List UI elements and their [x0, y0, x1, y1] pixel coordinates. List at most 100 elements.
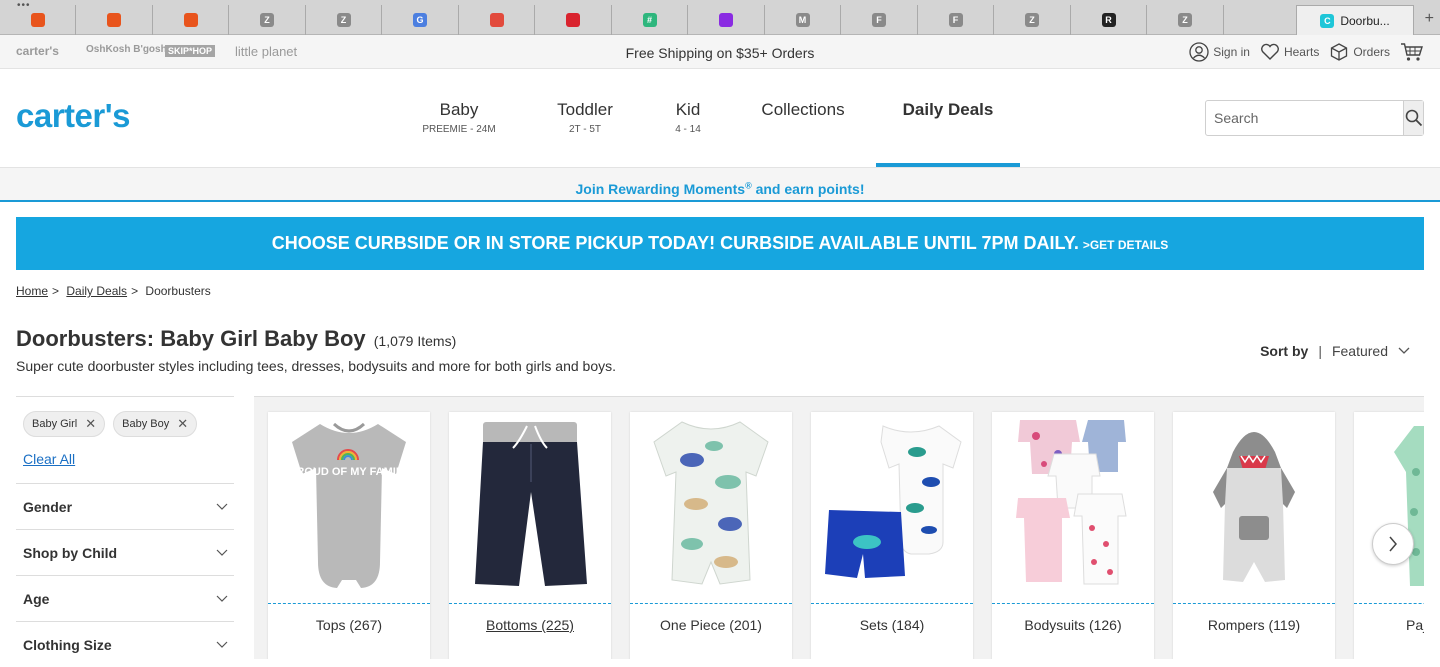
browser-tab[interactable]: Z: [306, 5, 382, 35]
browser-tab[interactable]: Z: [230, 5, 306, 35]
chip-label: Baby Boy: [122, 418, 170, 430]
category-card-bottoms[interactable]: Bottoms (225): [449, 412, 611, 659]
search-icon: [1405, 109, 1422, 127]
breadcrumb-daily-deals[interactable]: Daily Deals: [66, 284, 127, 298]
tab-favicon-icon: Z: [1178, 13, 1192, 27]
new-tab-button[interactable]: +: [1425, 10, 1434, 28]
browser-tab[interactable]: M: [765, 5, 841, 35]
browser-tab[interactable]: [77, 5, 153, 35]
hearts-link[interactable]: Hearts: [1260, 43, 1319, 61]
sign-in-label: Sign in: [1213, 45, 1250, 59]
breadcrumb-current: Doorbusters: [145, 284, 211, 298]
category-card-one-piece[interactable]: One Piece (201): [630, 412, 792, 659]
carters-favicon-icon: C: [1320, 13, 1335, 28]
clear-all-link[interactable]: Clear All: [23, 451, 234, 467]
box-icon: [1331, 43, 1348, 61]
category-label: Bodysuits (126): [1024, 617, 1122, 633]
sort-dropdown[interactable]: Sort by | Featured: [1260, 343, 1410, 359]
rewards-tail: and earn points!: [751, 180, 865, 197]
chevron-down-icon: [216, 641, 228, 648]
nav-label: Kid: [675, 100, 701, 119]
utility-bar: carter's OshKosh B'gosh SKIP*HOP little …: [0, 35, 1440, 69]
nav-baby[interactable]: Baby PREEMIE - 24M: [419, 100, 499, 135]
active-nav-underline: [876, 163, 1020, 167]
category-label: Bottoms (225): [486, 617, 574, 633]
chevron-down-icon: [216, 595, 228, 602]
facet-shop-by-child[interactable]: Shop by Child: [16, 529, 234, 575]
close-icon[interactable]: ✕: [85, 416, 96, 432]
product-image-tops: PROUD OF MY FAMILY: [268, 412, 430, 604]
page-title-text: Doorbusters: Baby Girl Baby Boy: [16, 326, 366, 351]
category-card-rompers[interactable]: Rompers (119): [1173, 412, 1335, 659]
nav-label: Toddler: [557, 100, 613, 119]
site-header: carter's Baby PREEMIE - 24M Toddler 2T -…: [0, 69, 1440, 168]
product-image-sets: [811, 412, 973, 604]
category-label: Pajamas: [1406, 617, 1424, 633]
item-count: (1,079 Items): [373, 333, 457, 349]
nav-sublabel: PREEMIE - 24M: [422, 124, 496, 135]
browser-tab[interactable]: Z: [1148, 5, 1224, 35]
sort-value: Featured: [1331, 343, 1388, 359]
curbside-banner[interactable]: CHOOSE CURBSIDE OR IN STORE PICKUP TODAY…: [16, 217, 1424, 270]
filter-chip-baby-girl[interactable]: Baby Girl ✕: [23, 411, 106, 437]
browser-tab[interactable]: [459, 5, 535, 35]
carousel-next-button[interactable]: [1372, 523, 1414, 565]
category-label: Tops (267): [315, 617, 383, 633]
tee-print-text: PROUD OF MY FAMILY: [289, 466, 409, 478]
facet-label: Age: [23, 590, 50, 607]
browser-tab[interactable]: F: [918, 5, 994, 35]
browser-tab[interactable]: R: [1071, 5, 1147, 35]
category-card-tops[interactable]: PROUD OF MY FAMILY Tops (267): [268, 412, 430, 659]
filter-chip-baby-boy[interactable]: Baby Boy ✕: [113, 411, 198, 437]
search-button[interactable]: [1403, 101, 1423, 135]
nav-label: Baby: [439, 100, 479, 119]
search-input[interactable]: [1206, 101, 1403, 135]
chevron-right-icon: [1389, 536, 1397, 552]
browser-tab[interactable]: [153, 5, 229, 35]
carters-logo[interactable]: carter's: [16, 97, 130, 135]
tab-favicon-icon: #: [642, 13, 657, 27]
tab-favicon-icon: Z: [260, 13, 274, 27]
chevron-down-icon: [216, 503, 228, 510]
tab-favicon-icon: [489, 13, 504, 27]
nav-kid[interactable]: Kid 4 - 14: [658, 100, 718, 135]
browser-tab[interactable]: #: [612, 5, 688, 35]
tab-favicon-icon: F: [948, 13, 963, 27]
category-card-bodysuits[interactable]: Bodysuits (126): [992, 412, 1154, 659]
nav-daily-deals[interactable]: Daily Deals: [888, 100, 1008, 120]
nav-toddler[interactable]: Toddler 2T - 5T: [545, 100, 625, 135]
active-browser-tab[interactable]: C Doorbu...: [1296, 5, 1414, 35]
category-label: Sets (184): [859, 617, 925, 633]
category-card-sets[interactable]: Sets (184): [811, 412, 973, 659]
tab-title: Doorbu...: [1340, 13, 1390, 28]
rewards-text: Join Rewarding Moments: [575, 180, 746, 197]
nav-collections[interactable]: Collections: [753, 100, 853, 120]
browser-tab[interactable]: [536, 5, 612, 35]
close-icon[interactable]: ✕: [177, 416, 188, 432]
get-details-link[interactable]: >GET DETAILS: [1083, 238, 1168, 252]
nav-label: Daily Deals: [902, 100, 994, 119]
browser-tab[interactable]: [0, 5, 76, 35]
breadcrumb-home[interactable]: Home: [16, 284, 48, 298]
search-box: [1205, 100, 1424, 136]
sign-in-link[interactable]: Sign in: [1189, 42, 1250, 62]
browser-tab[interactable]: [689, 5, 765, 35]
browser-tab[interactable]: Z: [995, 5, 1071, 35]
orders-label: Orders: [1353, 45, 1390, 59]
facet-age[interactable]: Age: [16, 575, 234, 621]
facet-clothing-size[interactable]: Clothing Size: [16, 621, 234, 667]
nav-label: Collections: [761, 100, 845, 119]
browser-tab[interactable]: F: [842, 5, 918, 35]
browser-tab[interactable]: G: [383, 5, 459, 35]
chip-label: Baby Girl: [32, 418, 78, 430]
nav-sublabel: 2T - 5T: [568, 124, 602, 135]
chevron-down-icon: [1398, 347, 1410, 354]
rewards-promo-bar[interactable]: Join Rewarding Moments® and earn points!: [0, 168, 1440, 202]
facet-gender[interactable]: Gender: [16, 483, 234, 529]
cart-button[interactable]: [1400, 42, 1428, 62]
tab-favicon-icon: Z: [1025, 13, 1039, 27]
product-image-bottoms: [449, 412, 611, 604]
orders-link[interactable]: Orders: [1329, 42, 1390, 62]
chevron-down-icon: [216, 549, 228, 556]
tab-favicon-icon: [107, 13, 121, 27]
